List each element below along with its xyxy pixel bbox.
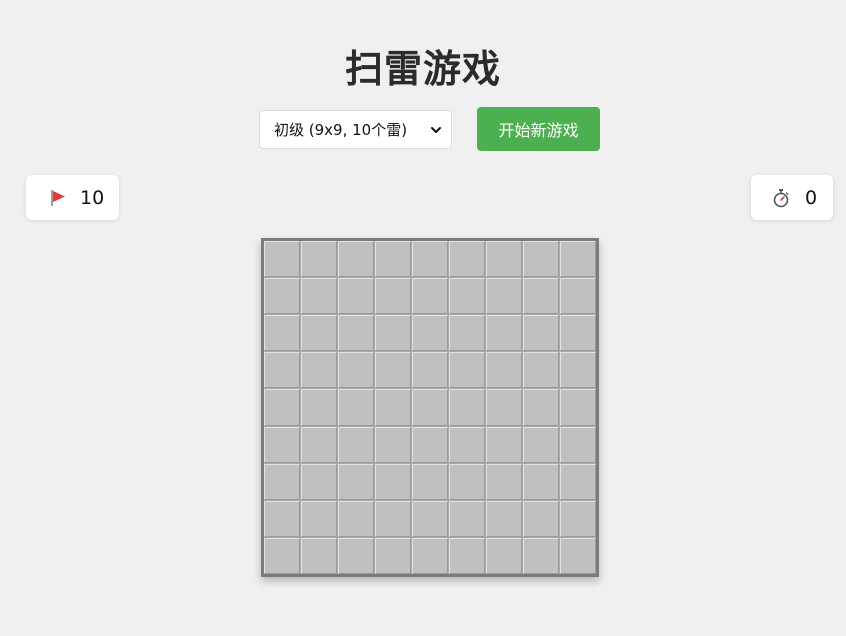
board-cell[interactable] [486,278,522,315]
board-cell[interactable] [412,352,448,389]
board-cell[interactable] [338,426,374,463]
board-cell[interactable] [486,426,522,463]
board-cell[interactable] [375,241,411,278]
board-cell[interactable] [560,241,596,278]
board-cell[interactable] [338,241,374,278]
board-cell[interactable] [338,463,374,500]
board-cell[interactable] [375,315,411,352]
board-cell[interactable] [264,463,300,500]
board-cell[interactable] [301,537,337,574]
board-cell[interactable] [375,463,411,500]
board-cell[interactable] [264,500,300,537]
board-cell[interactable] [264,241,300,278]
board-cell[interactable] [301,315,337,352]
difficulty-selected-value: 初级 (9x9, 10个雷) [274,121,408,139]
board-cell[interactable] [264,352,300,389]
board-cell[interactable] [412,278,448,315]
board-cell[interactable] [301,463,337,500]
board-cell[interactable] [301,278,337,315]
board-cell[interactable] [338,537,374,574]
board-cell[interactable] [486,389,522,426]
board-cell[interactable] [412,500,448,537]
board-cell[interactable] [560,537,596,574]
game-controls: 初级 (9x9, 10个雷) 开始新游戏 [0,107,846,151]
board-cell[interactable] [523,537,559,574]
board-cell[interactable] [523,426,559,463]
board-cell[interactable] [301,389,337,426]
board-cell[interactable] [264,426,300,463]
board-cell[interactable] [301,241,337,278]
board-cell[interactable] [338,278,374,315]
board-cell[interactable] [560,389,596,426]
board-cell[interactable] [449,315,485,352]
board-cell[interactable] [560,352,596,389]
flags-remaining: 10 [80,186,105,209]
board-cell[interactable] [523,278,559,315]
difficulty-select[interactable]: 初级 (9x9, 10个雷) [259,110,452,149]
board-cell[interactable] [523,500,559,537]
board-cell[interactable] [449,352,485,389]
board-cell[interactable] [486,537,522,574]
board-cell[interactable] [375,278,411,315]
timer-value: 0 [805,186,818,209]
flag-counter: 10 [26,175,119,220]
minesweeper-board [261,238,599,577]
new-game-button[interactable]: 开始新游戏 [477,107,600,151]
board-cell[interactable] [412,463,448,500]
board-cell[interactable] [523,389,559,426]
board-cell[interactable] [412,389,448,426]
board-cell[interactable] [412,426,448,463]
board-cell[interactable] [486,463,522,500]
board-cell[interactable] [301,426,337,463]
board-cell[interactable] [338,500,374,537]
board-cell[interactable] [560,463,596,500]
board-cell[interactable] [264,389,300,426]
board-cell[interactable] [560,315,596,352]
board-cell[interactable] [375,426,411,463]
board-cell[interactable] [523,315,559,352]
board-cell[interactable] [486,241,522,278]
board-cell[interactable] [449,426,485,463]
stopwatch-icon [771,188,791,208]
board-cell[interactable] [449,463,485,500]
red-flag-icon [48,188,68,208]
board-cell[interactable] [449,537,485,574]
board-cell[interactable] [338,389,374,426]
board-cell[interactable] [449,278,485,315]
board-cell[interactable] [264,537,300,574]
page-title: 扫雷游戏 [344,47,501,91]
board-cell[interactable] [523,463,559,500]
board-cell[interactable] [264,315,300,352]
board-cell[interactable] [338,352,374,389]
board-cell[interactable] [375,500,411,537]
board-cell[interactable] [412,241,448,278]
chevron-down-icon [431,126,441,133]
timer: 0 [751,175,833,220]
board-cell[interactable] [560,426,596,463]
board-cell[interactable] [486,352,522,389]
board-cell[interactable] [301,500,337,537]
board-cell[interactable] [375,352,411,389]
board-cell[interactable] [301,352,337,389]
board-cell[interactable] [412,315,448,352]
board-cell[interactable] [412,537,448,574]
board-cell[interactable] [375,389,411,426]
board-cell[interactable] [486,500,522,537]
board-cell[interactable] [449,241,485,278]
board-cell[interactable] [560,500,596,537]
board-cell[interactable] [449,389,485,426]
board-cell[interactable] [486,315,522,352]
board-cell[interactable] [523,352,559,389]
board-cell[interactable] [523,241,559,278]
board-cell[interactable] [560,278,596,315]
board-cell[interactable] [338,315,374,352]
board-cell[interactable] [264,278,300,315]
board-cell[interactable] [375,537,411,574]
board-cell[interactable] [449,500,485,537]
